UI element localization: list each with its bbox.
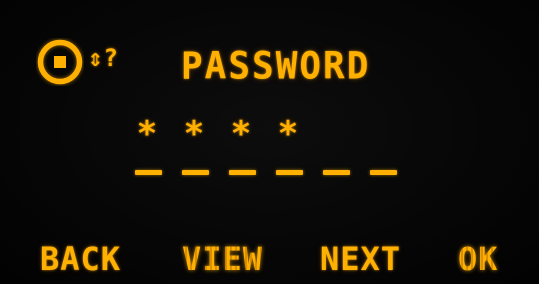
view-softkey[interactable]: VIEW: [182, 240, 263, 278]
password-slot: [276, 170, 303, 175]
password-slot: [182, 170, 209, 175]
back-softkey[interactable]: BACK: [40, 240, 121, 278]
lock-dial-icon: [36, 38, 84, 86]
password-slot: [323, 170, 350, 175]
password-slot: [135, 170, 162, 175]
ok-softkey[interactable]: OK: [458, 240, 499, 278]
entered-char: *: [136, 114, 158, 154]
status-indicator: ⇕?: [88, 44, 119, 72]
next-softkey[interactable]: NEXT: [320, 240, 401, 278]
entered-char: *: [230, 114, 252, 154]
password-slot: [229, 170, 256, 175]
page-title: PASSWORD: [181, 45, 371, 89]
entered-char: *: [183, 114, 205, 154]
entered-char: *: [277, 114, 299, 154]
password-slot: [370, 170, 397, 175]
oled-display: ⇕? PASSWORD * * * * BACK VIEW NEXT OK: [0, 0, 539, 284]
